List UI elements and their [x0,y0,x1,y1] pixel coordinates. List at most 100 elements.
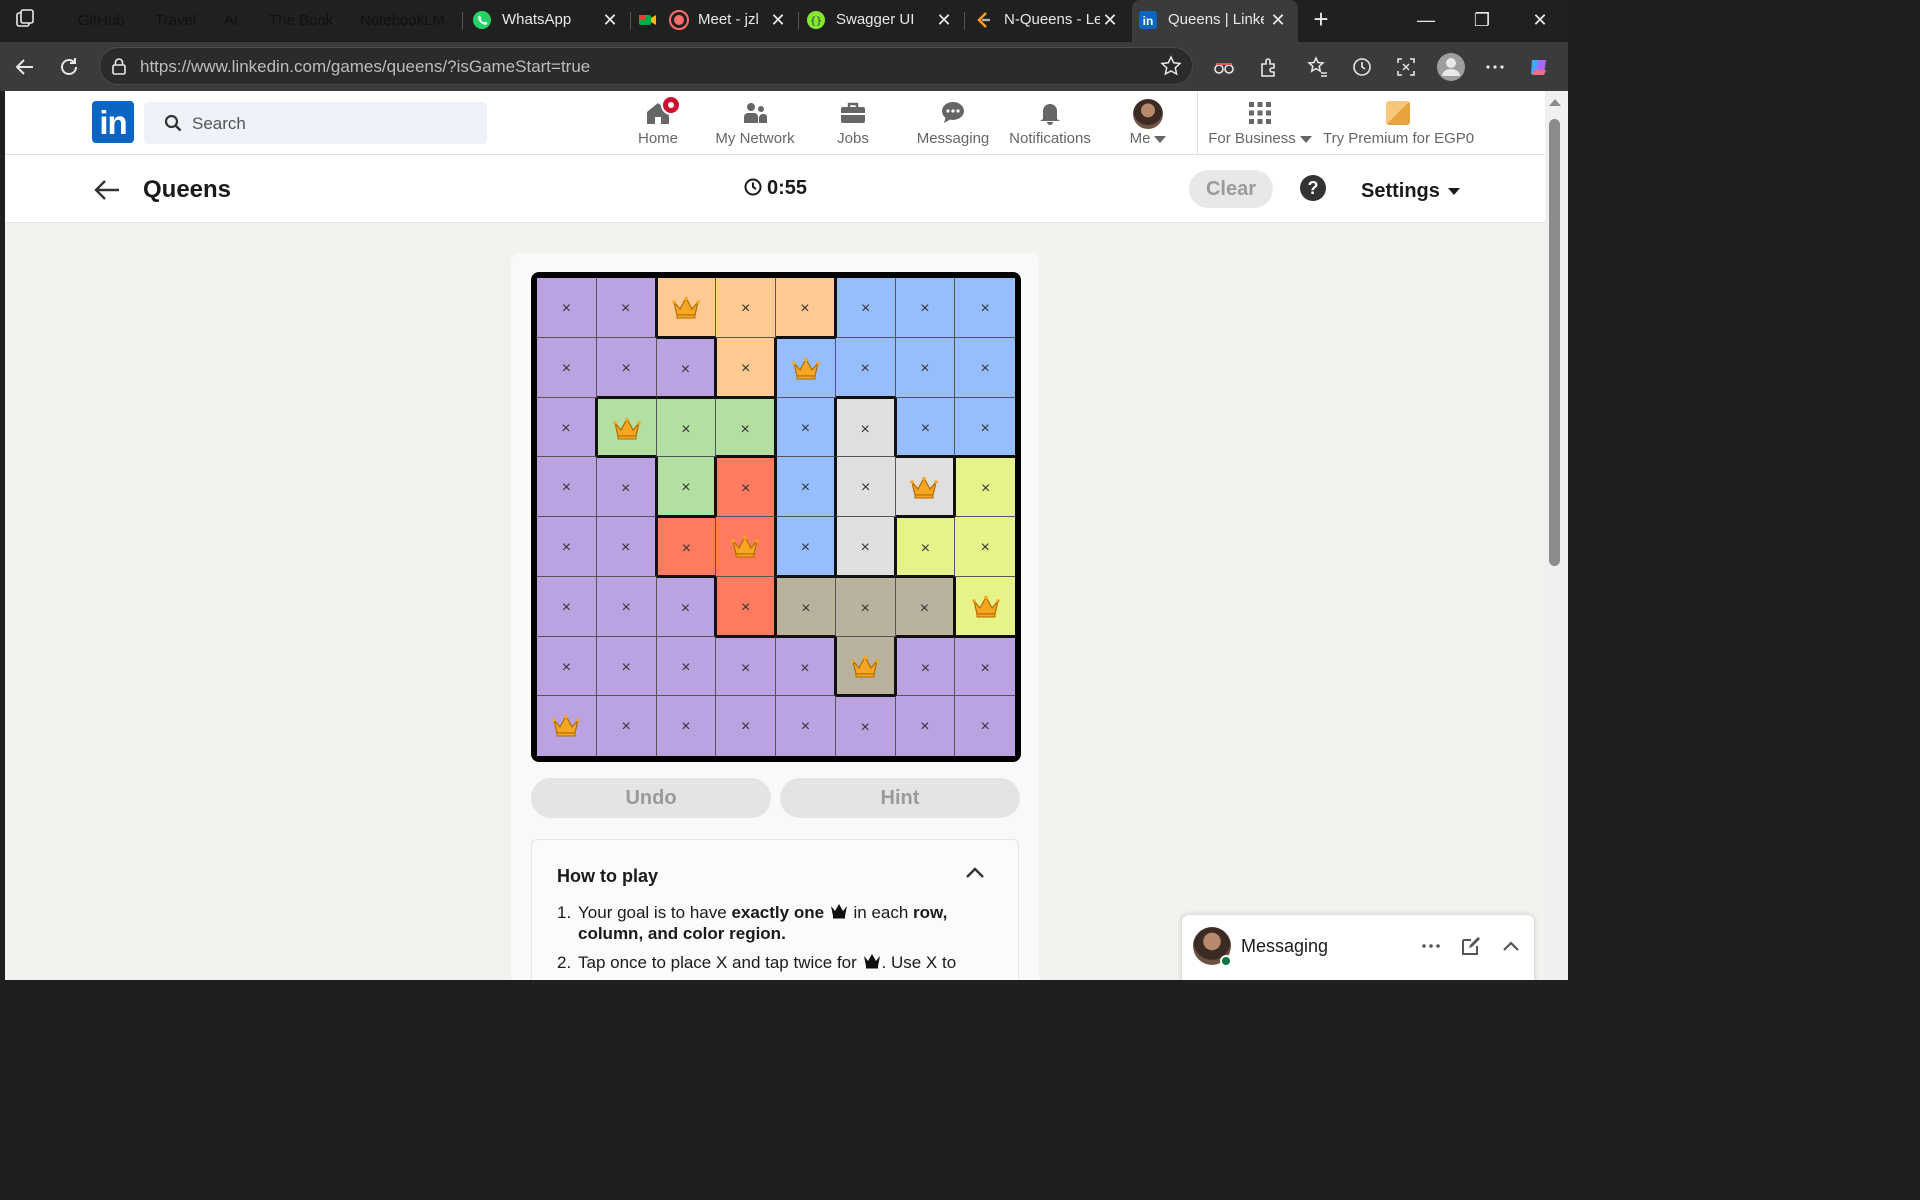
close-icon[interactable]: ✕ [1100,0,1120,40]
nav-jobs[interactable]: Jobs [823,95,883,153]
nav-for-business[interactable]: For Business [1208,95,1312,153]
board-cell[interactable]: × [776,457,836,517]
tab-group-github[interactable]: GitHub [71,9,132,33]
undo-button[interactable]: Undo [531,778,771,818]
tab-group-travel[interactable]: Travel [148,9,203,33]
copilot-icon[interactable] [1524,52,1554,82]
board-cell[interactable]: × [835,457,896,517]
board-cell[interactable]: × [716,397,776,458]
board-cell[interactable] [776,337,836,398]
board-cell[interactable]: × [895,337,956,398]
extensions-puzzle-icon[interactable] [1254,52,1284,82]
tab-swagger[interactable]: {} Swagger UI ✕ [800,0,964,42]
board-cell[interactable]: × [537,397,597,458]
board-cell[interactable]: × [835,517,896,577]
board-cell[interactable]: × [955,278,1015,338]
nav-my-network[interactable]: My Network [710,95,800,153]
scrollbar-thumb[interactable] [1549,119,1560,566]
board-cell[interactable]: × [537,636,597,697]
close-icon[interactable]: ✕ [1268,0,1288,40]
favorites-icon[interactable] [1303,52,1333,82]
board-cell[interactable]: × [776,576,836,637]
more-menu-icon[interactable] [1480,52,1510,82]
board-cell[interactable]: × [776,397,836,458]
board-cell[interactable] [835,636,896,697]
chevron-up-icon[interactable] [964,864,986,882]
tab-whatsapp[interactable]: WhatsApp ✕ [466,0,630,42]
board-cell[interactable]: × [596,337,657,398]
board-cell[interactable]: × [716,696,776,756]
lock-icon[interactable] [110,57,128,75]
nav-notifications[interactable]: Notifications [1005,95,1095,153]
address-bar[interactable]: https://www.linkedin.com/games/queens/?i… [99,47,1193,85]
tab-group-the-book[interactable]: The Book [262,9,340,33]
board-cell[interactable]: × [835,576,896,637]
board-cell[interactable]: × [656,337,717,398]
search-input[interactable]: Search [144,102,487,144]
tab-group-ai[interactable]: AI [217,9,245,33]
board-cell[interactable]: × [656,696,717,756]
board-cell[interactable]: × [596,517,657,577]
board-cell[interactable]: × [656,576,717,637]
board-cell[interactable]: × [596,278,657,338]
board-cell[interactable]: × [716,576,776,637]
board-cell[interactable]: × [955,517,1015,577]
board-cell[interactable]: × [716,457,776,517]
settings-button[interactable]: Settings [1361,180,1460,203]
restore-button[interactable]: ❐ [1454,0,1510,42]
chevron-up-icon[interactable] [1498,933,1524,959]
board-cell[interactable]: × [596,457,657,517]
board-cell[interactable]: × [776,278,836,338]
hint-button[interactable]: Hint [780,778,1020,818]
new-tab-button[interactable]: + [1307,4,1335,36]
scroll-up-arrow[interactable] [1549,99,1561,106]
nav-premium[interactable]: Try Premium for EGP0 [1323,95,1474,153]
board-cell[interactable]: × [716,337,776,398]
board-cell[interactable]: × [656,517,717,577]
board-cell[interactable]: × [656,397,717,458]
board-cell[interactable]: × [716,278,776,338]
tab-actions-icon[interactable] [14,8,42,34]
nav-me[interactable]: Me [1118,95,1178,153]
nav-home[interactable]: Home [628,95,688,153]
minimize-button[interactable]: — [1398,0,1454,42]
more-options-icon[interactable] [1418,933,1444,959]
compose-icon[interactable] [1458,933,1484,959]
scrollbar[interactable] [1545,91,1568,980]
nav-messaging[interactable]: Messaging [908,95,998,153]
board-cell[interactable]: × [955,397,1015,458]
board-cell[interactable]: × [537,517,597,577]
board-cell[interactable]: × [895,278,956,338]
refresh-button[interactable] [54,52,84,82]
tab-n-queens[interactable]: N-Queens - Le ✕ [968,0,1130,42]
linkedin-logo[interactable]: in [92,101,134,143]
board-cell[interactable]: × [835,397,896,458]
board-cell[interactable]: × [835,696,896,756]
board-cell[interactable]: × [955,337,1015,398]
board-cell[interactable]: × [537,337,597,398]
board-cell[interactable]: × [656,457,717,517]
arrow-left-icon[interactable] [92,175,122,205]
board-cell[interactable]: × [596,696,657,756]
board-cell[interactable]: × [776,636,836,697]
close-icon[interactable]: ✕ [600,0,620,40]
history-icon[interactable] [1347,52,1377,82]
board-cell[interactable]: × [895,576,956,637]
board-cell[interactable]: × [656,636,717,697]
board-cell[interactable] [895,457,956,517]
board-cell[interactable]: × [596,636,657,697]
board-cell[interactable]: × [596,576,657,637]
board-cell[interactable] [656,278,717,338]
close-window-button[interactable]: ✕ [1512,0,1568,42]
back-button[interactable] [10,52,40,82]
board-cell[interactable] [537,696,597,756]
board-cell[interactable] [596,397,657,458]
board-cell[interactable]: × [895,517,956,577]
extension-glasses-icon[interactable] [1209,52,1239,82]
profile-avatar-icon[interactable] [1434,50,1468,84]
help-icon[interactable]: ? [1300,175,1326,201]
board-cell[interactable]: × [895,696,956,756]
close-icon[interactable]: ✕ [934,0,954,40]
board-cell[interactable]: × [895,636,956,697]
board-cell[interactable]: × [835,278,896,338]
